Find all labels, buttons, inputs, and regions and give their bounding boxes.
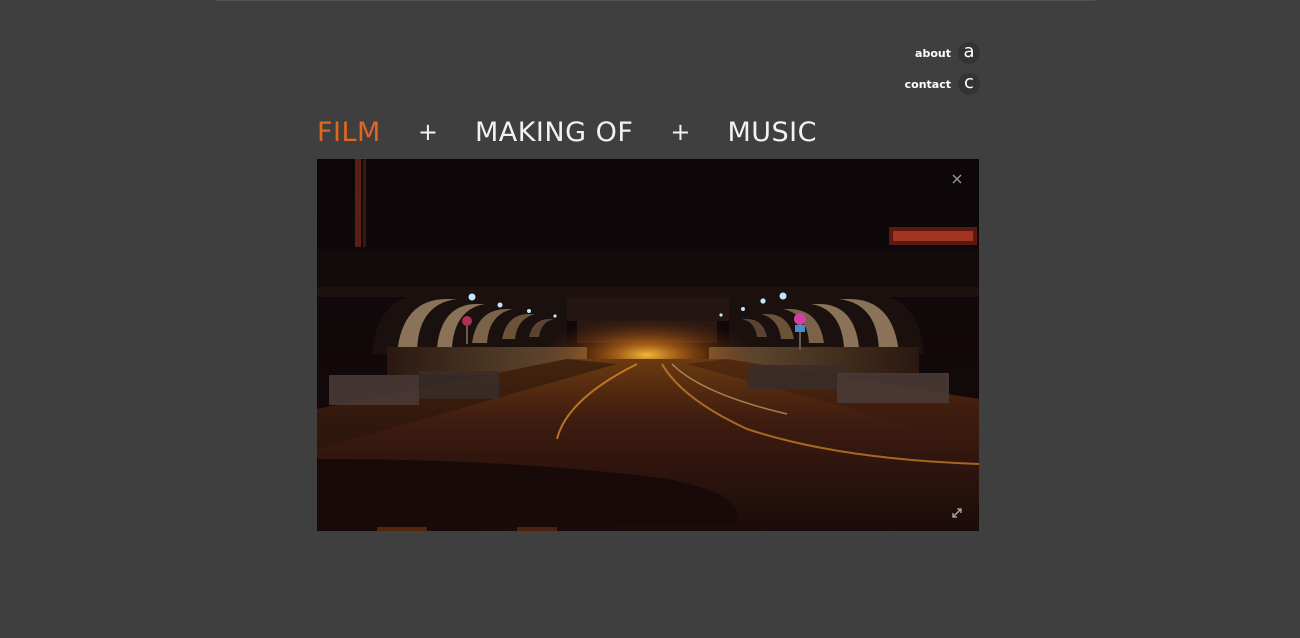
nav-item-making-of[interactable]: MAKING OF bbox=[475, 117, 633, 148]
about-link-label: about bbox=[915, 46, 951, 60]
about-icon[interactable]: a bbox=[958, 42, 980, 64]
video-player[interactable] bbox=[317, 159, 979, 531]
nav-separator: + bbox=[417, 118, 438, 146]
close-icon bbox=[952, 174, 962, 184]
contact-link-label: contact bbox=[904, 77, 951, 91]
about-link[interactable]: about a bbox=[880, 42, 980, 64]
contact-link[interactable]: contact c bbox=[880, 73, 980, 95]
fullscreen-button[interactable] bbox=[949, 505, 965, 521]
quick-links: about a contact c bbox=[880, 42, 980, 104]
nav-separator: + bbox=[670, 118, 691, 146]
close-button[interactable] bbox=[949, 171, 965, 187]
video-frame-night-underpass bbox=[317, 159, 979, 531]
top-edge-divider bbox=[215, 0, 1095, 1]
fullscreen-icon bbox=[952, 508, 962, 518]
nav-item-music[interactable]: MUSIC bbox=[727, 117, 817, 148]
main-nav: FILM + MAKING OF + MUSIC bbox=[317, 112, 817, 152]
nav-item-film[interactable]: FILM bbox=[317, 117, 381, 148]
contact-icon[interactable]: c bbox=[958, 73, 980, 95]
